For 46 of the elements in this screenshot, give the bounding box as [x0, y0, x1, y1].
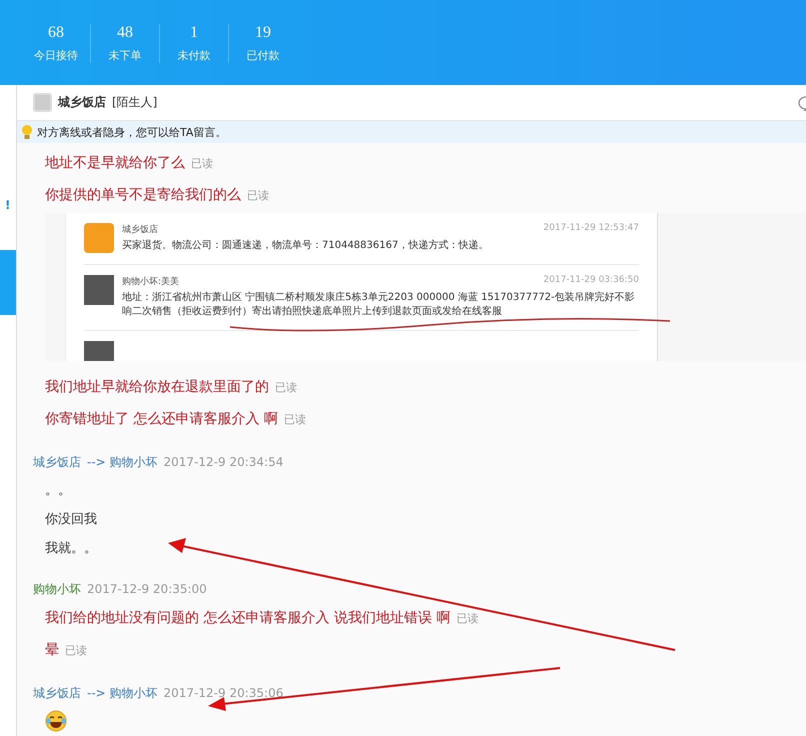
stat-value: 48	[117, 24, 133, 42]
message-text: 我们给的地址没有问题的 怎么还申请客服介入 说我们地址错误 啊	[45, 609, 450, 627]
recipient-name: --> 购物小坏	[87, 454, 158, 470]
read-status: 已读	[65, 642, 87, 658]
message-time: 2017-12-9 20:34:54	[164, 455, 284, 469]
contact-avatar	[33, 93, 52, 112]
message-text: 地址不是早就给你了么	[45, 154, 185, 172]
notice-text: 对方离线或者隐身，您可以给TA留言。	[37, 124, 226, 140]
message-time: 2017-12-9 20:35:06	[164, 686, 284, 700]
sender-name[interactable]: 购物小坏	[33, 580, 81, 598]
lightbulb-icon	[21, 124, 33, 140]
message-text: 你没回我	[45, 510, 97, 528]
stat-label: 未下单	[108, 48, 142, 63]
recipient-name: --> 购物小坏	[87, 684, 158, 702]
cartoon-avatar	[84, 223, 114, 253]
stat-label: 未付款	[178, 48, 210, 63]
record-sender: 城乡饭店	[122, 224, 158, 236]
stat-value: 19	[255, 24, 271, 42]
message-text: 我就。。	[45, 540, 97, 556]
sender-name[interactable]: 城乡饭店	[33, 684, 81, 702]
alert-mark: !	[5, 198, 10, 212]
message-text: 你寄错地址了 怎么还申请客服介入 啊	[45, 410, 278, 428]
record-text: 买家退货。物流公司：圆通速递，物流单号：710448836167，快递方式：快递。	[122, 239, 490, 253]
read-status: 已读	[191, 156, 213, 170]
record-time: 2017-11-29 03:36:50	[543, 274, 639, 286]
read-status: 已读	[247, 188, 269, 202]
read-status: 已读	[456, 610, 478, 626]
laughing-tears-emoji-icon	[45, 710, 67, 732]
message-text: 。。	[45, 482, 71, 498]
contact-tag: [陌生人]	[112, 94, 158, 111]
photo-placeholder	[84, 274, 114, 304]
message-time: 2017-12-9 20:35:00	[87, 582, 207, 596]
record-time: 2017-11-29 12:53:47	[543, 223, 639, 235]
stat-value: 68	[48, 24, 64, 42]
message-text: 你提供的单号不是寄给我们的么	[45, 186, 241, 204]
record-sender: 购物小坏:美美	[122, 276, 180, 288]
sender-name[interactable]: 城乡饭店	[33, 454, 81, 470]
message-text: 我们地址早就给你放在退款里面了的	[45, 378, 269, 396]
read-status: 已读	[284, 412, 306, 426]
contact-name: 城乡饭店	[58, 94, 106, 111]
message-text: 晕	[45, 641, 59, 659]
stat-value: 1	[190, 24, 198, 42]
record-text: 地址：浙江省杭州市萧山区 宁围镇二桥村顺发康庄5栋3单元2203 000000 海蓝 15170377772-包装吊牌完好不影响二次销售（拒收运费到付）寄出请拍照快递底单照片上传到退款页面或发给在线客服	[122, 290, 636, 319]
stat-label: 已付款	[246, 48, 280, 63]
read-status: 已读	[275, 380, 297, 394]
stat-label: 今日接待	[34, 48, 78, 63]
